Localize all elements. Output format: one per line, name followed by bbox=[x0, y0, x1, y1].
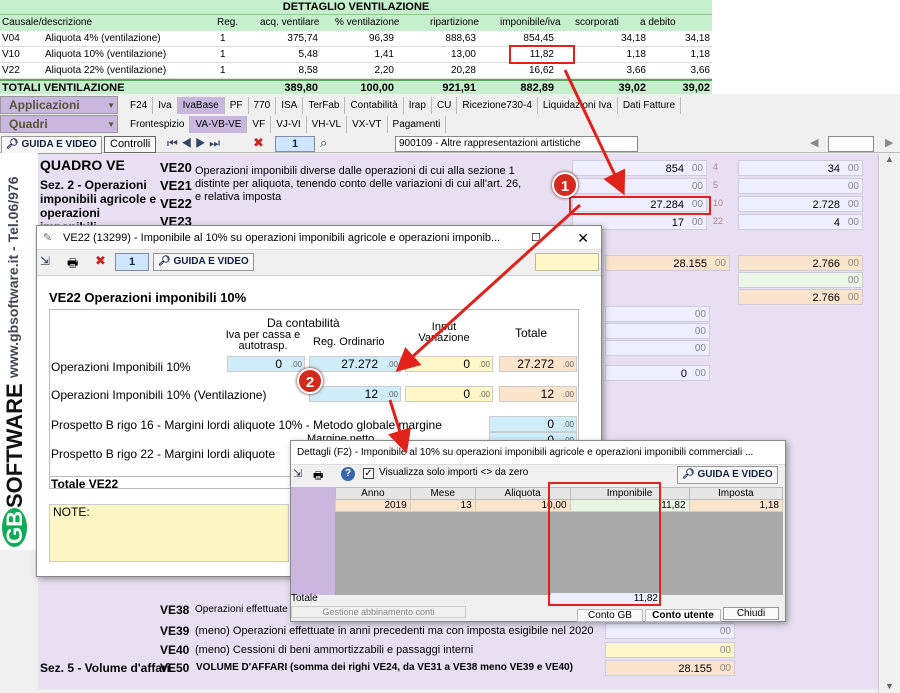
step-badge-2: 2 bbox=[297, 368, 323, 394]
arrow-3 bbox=[388, 399, 412, 454]
arrow-2 bbox=[395, 203, 582, 373]
arrow-1 bbox=[563, 69, 626, 196]
step-badge-1: 1 bbox=[552, 172, 578, 198]
annotation-arrows bbox=[388, 69, 626, 454]
